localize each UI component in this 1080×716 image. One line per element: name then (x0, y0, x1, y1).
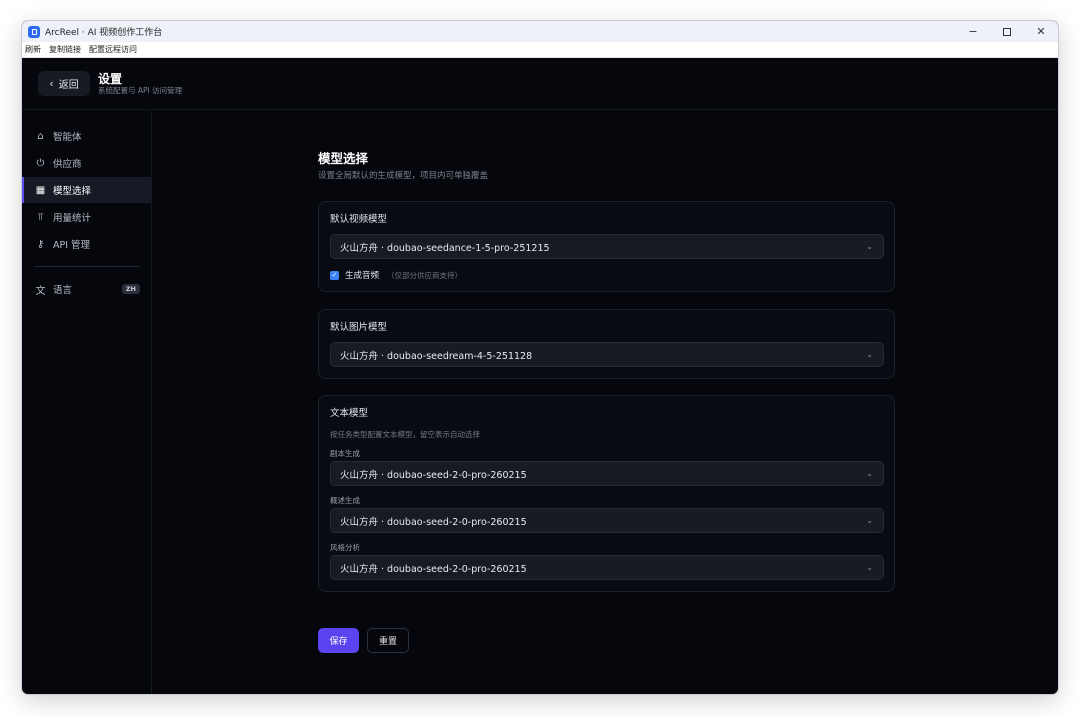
card-title: 文本模型 (330, 408, 369, 419)
sidebar: ⌂ 智能体 ⏻ 供应商 ▦ 模型选择 ⫪ 用量统计 ⚷ API 管理 文 语言 … (22, 111, 152, 694)
close-button[interactable]: ✕ (1024, 21, 1058, 42)
sidebar-item-models[interactable]: ▦ 模型选择 (22, 177, 152, 203)
sidebar-item-agent[interactable]: ⌂ 智能体 (22, 123, 152, 149)
card-title: 默认图片模型 (330, 322, 388, 333)
sidebar-divider (34, 266, 140, 267)
minimize-button[interactable]: − (956, 21, 990, 42)
menu-bar: 刷新 复制链接 配置远程访问 (22, 42, 1058, 58)
style-model-select[interactable]: 火山方舟 · doubao-seed-2-0-pro-260215 ⌄ (330, 555, 884, 580)
chevron-left-icon: ‹ (49, 77, 54, 90)
select-value: 火山方舟 · doubao-seed-2-0-pro-260215 (340, 563, 527, 575)
sidebar-item-label: 语言 (53, 285, 73, 296)
video-model-select[interactable]: 火山方舟 · doubao-seedance-1-5-pro-251215 ⌄ (330, 234, 884, 259)
chevron-down-icon: ⌄ (866, 469, 873, 478)
plug-icon: ⏻ (36, 157, 45, 169)
key-icon: ⚷ (36, 238, 45, 250)
field-label-style: 风格分析 (330, 543, 360, 552)
field-label-script: 剧本生成 (330, 449, 360, 458)
robot-icon: ⌂ (37, 130, 44, 142)
page-header: ‹ 返回 设置 系统配置与 API 访问管理 (22, 58, 1058, 110)
text-model-card: 文本模型 按任务类型配置文本模型，留空表示自动选择 剧本生成 火山方舟 · do… (318, 395, 895, 592)
menu-copy-link[interactable]: 复制链接 (49, 44, 81, 55)
menu-remote-access[interactable]: 配置远程访问 (89, 44, 137, 55)
sidebar-item-label: API 管理 (53, 240, 91, 251)
section-title: 模型选择 (318, 151, 369, 166)
film-icon: ▦ (35, 184, 46, 196)
back-button[interactable]: ‹ 返回 (38, 71, 90, 96)
select-value: 火山方舟 · doubao-seedance-1-5-pro-251215 (340, 242, 550, 254)
summary-model-select[interactable]: 火山方舟 · doubao-seed-2-0-pro-260215 ⌄ (330, 508, 884, 533)
language-badge: ZH (121, 284, 140, 294)
back-label: 返回 (58, 80, 79, 91)
menu-refresh[interactable]: 刷新 (25, 44, 41, 55)
sidebar-item-providers[interactable]: ⏻ 供应商 (22, 150, 152, 176)
page-title: 设置 (98, 71, 123, 86)
translate-icon: 文 (35, 285, 46, 297)
chevron-down-icon: ⌄ (866, 516, 873, 525)
checkbox-hint: （仅部分供应商支持） (387, 270, 463, 280)
field-label-summary: 概述生成 (330, 496, 360, 505)
header-texts: 设置 系统配置与 API 访问管理 (98, 72, 182, 96)
card-title: 默认视频模型 (330, 214, 388, 225)
sidebar-item-usage[interactable]: ⫪ 用量统计 (22, 204, 152, 230)
page-subtitle: 系统配置与 API 访问管理 (98, 85, 183, 95)
maximize-button[interactable] (990, 21, 1024, 42)
image-model-select[interactable]: 火山方舟 · doubao-seedream-4-5-251128 ⌄ (330, 342, 884, 367)
image-model-card: 默认图片模型 火山方舟 · doubao-seedream-4-5-251128… (318, 309, 895, 379)
sidebar-item-label: 模型选择 (53, 186, 92, 197)
action-buttons: 保存 重置 (318, 628, 409, 653)
sidebar-item-label: 用量统计 (53, 213, 92, 224)
select-value: 火山方舟 · doubao-seed-2-0-pro-260215 (340, 469, 527, 481)
save-button[interactable]: 保存 (318, 628, 359, 653)
reset-button[interactable]: 重置 (367, 628, 409, 653)
select-value: 火山方舟 · doubao-seedream-4-5-251128 (340, 350, 533, 362)
card-description: 按任务类型配置文本模型，留空表示自动选择 (330, 430, 480, 439)
generate-audio-checkbox[interactable]: ✓ (330, 270, 339, 280)
sidebar-item-language[interactable]: 文 语言 ZH (22, 276, 152, 302)
app-window: ArcReel · AI 视频创作工作台 − ✕ 刷新 复制链接 配置远程访问 … (21, 20, 1059, 695)
chevron-down-icon: ⌄ (866, 350, 873, 359)
title-bar: ArcReel · AI 视频创作工作台 − ✕ (22, 21, 1058, 42)
sidebar-item-api[interactable]: ⚷ API 管理 (22, 231, 152, 257)
bar-chart-icon: ⫪ (37, 211, 44, 223)
app-logo-icon (28, 25, 40, 38)
main-content: 模型选择 设置全局默认的生成模型，项目内可单独覆盖 默认视频模型 火山方舟 · … (318, 151, 895, 653)
audio-checkbox-row: ✓ 生成音频 （仅部分供应商支持） (330, 269, 462, 281)
maximize-icon (1003, 27, 1011, 36)
sidebar-item-label: 供应商 (53, 159, 82, 170)
window-controls: − ✕ (956, 21, 1058, 42)
checkbox-label: 生成音频 (345, 271, 380, 281)
chevron-down-icon: ⌄ (866, 563, 873, 572)
script-model-select[interactable]: 火山方舟 · doubao-seed-2-0-pro-260215 ⌄ (330, 461, 884, 486)
sidebar-item-label: 智能体 (53, 132, 82, 143)
select-value: 火山方舟 · doubao-seed-2-0-pro-260215 (340, 516, 527, 528)
chevron-down-icon: ⌄ (866, 242, 873, 251)
section-description: 设置全局默认的生成模型，项目内可单独覆盖 (318, 171, 489, 181)
video-model-card: 默认视频模型 火山方舟 · doubao-seedance-1-5-pro-25… (318, 201, 895, 292)
window-title: ArcReel · AI 视频创作工作台 (45, 28, 163, 38)
